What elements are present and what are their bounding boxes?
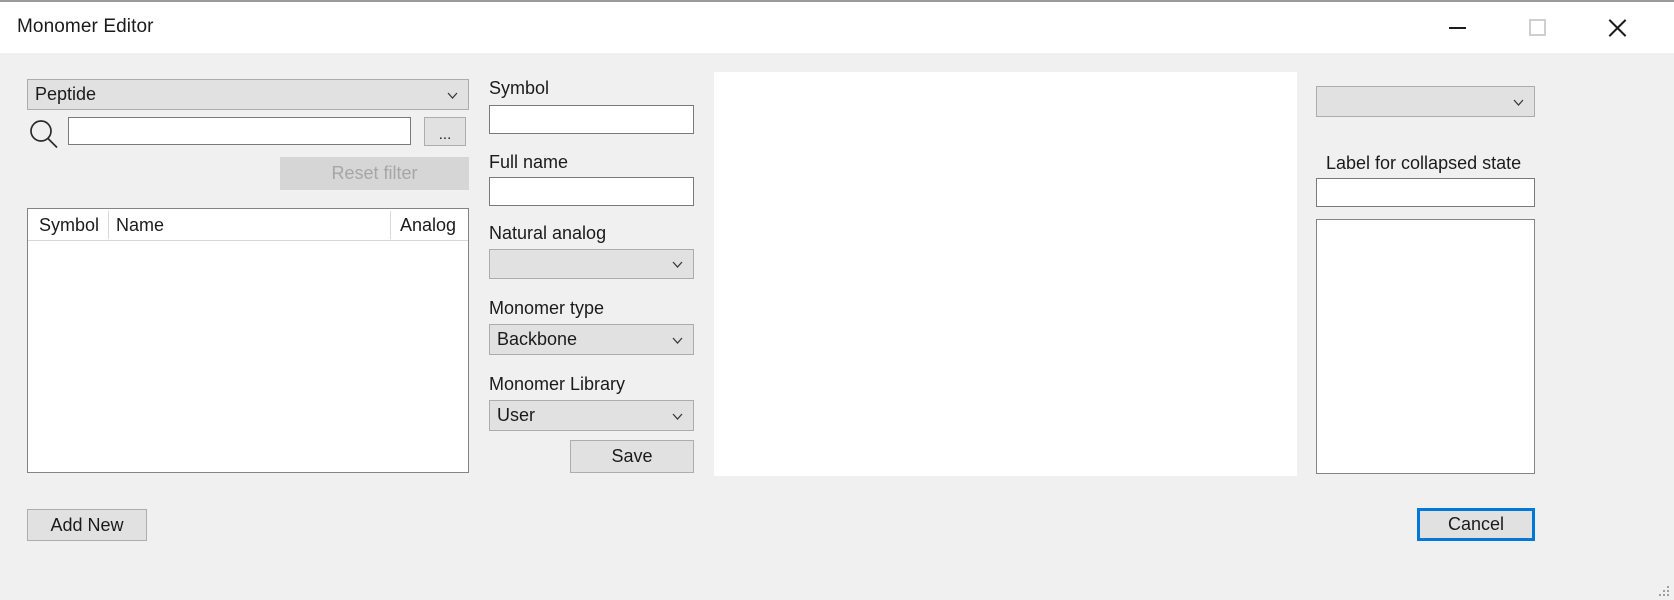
monomer-table[interactable]: Symbol Name Analog: [27, 208, 469, 473]
collapsed-state-list[interactable]: [1316, 219, 1535, 474]
monomer-type-combo-value: Backbone: [497, 329, 578, 349]
chevron-down-icon: [672, 411, 683, 422]
reset-filter-button[interactable]: Reset filter: [280, 157, 469, 190]
title-bar[interactable]: Monomer Editor: [0, 0, 1674, 53]
full-name-label: Full name: [489, 152, 569, 172]
monomer-editor-window: Monomer Editor Peptide ... Reset filter …: [0, 0, 1674, 600]
table-column-symbol[interactable]: Symbol: [39, 215, 99, 236]
monomer-type-label: Monomer type: [489, 298, 605, 318]
monomer-library-combo-value: User: [497, 405, 536, 425]
polymer-type-combo[interactable]: Peptide: [27, 79, 469, 110]
close-icon: [1606, 17, 1628, 39]
window-title: Monomer Editor: [17, 16, 154, 37]
cancel-button[interactable]: Cancel: [1417, 508, 1535, 541]
chevron-down-icon: [672, 259, 683, 270]
chevron-down-icon: [447, 90, 458, 101]
close-button[interactable]: [1586, 2, 1648, 53]
table-column-analog[interactable]: Analog: [400, 215, 456, 236]
resize-grip-icon[interactable]: [1656, 583, 1669, 596]
collapsed-state-input[interactable]: [1316, 178, 1535, 207]
table-column-name[interactable]: Name: [116, 215, 164, 236]
natural-analog-label: Natural analog: [489, 223, 607, 243]
minimize-icon: [1448, 26, 1466, 29]
table-column-divider[interactable]: [390, 211, 391, 239]
monomer-type-combo[interactable]: Backbone: [489, 324, 694, 355]
search-icon: [27, 118, 61, 152]
symbol-label: Symbol: [489, 78, 550, 98]
structure-canvas[interactable]: [714, 72, 1297, 476]
search-input[interactable]: [68, 117, 411, 145]
symbol-input[interactable]: [489, 105, 694, 134]
collapsed-state-label: Label for collapsed state: [1326, 153, 1522, 173]
polymer-type-combo-value: Peptide: [35, 84, 97, 104]
save-button[interactable]: Save: [570, 440, 694, 473]
attachment-point-combo[interactable]: [1316, 86, 1535, 117]
maximize-icon: [1528, 19, 1546, 36]
maximize-button[interactable]: [1506, 2, 1568, 53]
add-new-button[interactable]: Add New: [27, 509, 147, 541]
minimize-button[interactable]: [1426, 2, 1488, 53]
monomer-library-label: Monomer Library: [489, 374, 626, 394]
table-header-row: Symbol Name Analog: [28, 209, 468, 241]
chevron-down-icon: [672, 335, 683, 346]
chevron-down-icon: [1513, 97, 1524, 108]
browse-button[interactable]: ...: [424, 117, 466, 146]
monomer-library-combo[interactable]: User: [489, 400, 694, 431]
table-column-divider[interactable]: [108, 211, 109, 239]
full-name-input[interactable]: [489, 177, 694, 206]
natural-analog-combo[interactable]: [489, 249, 694, 279]
